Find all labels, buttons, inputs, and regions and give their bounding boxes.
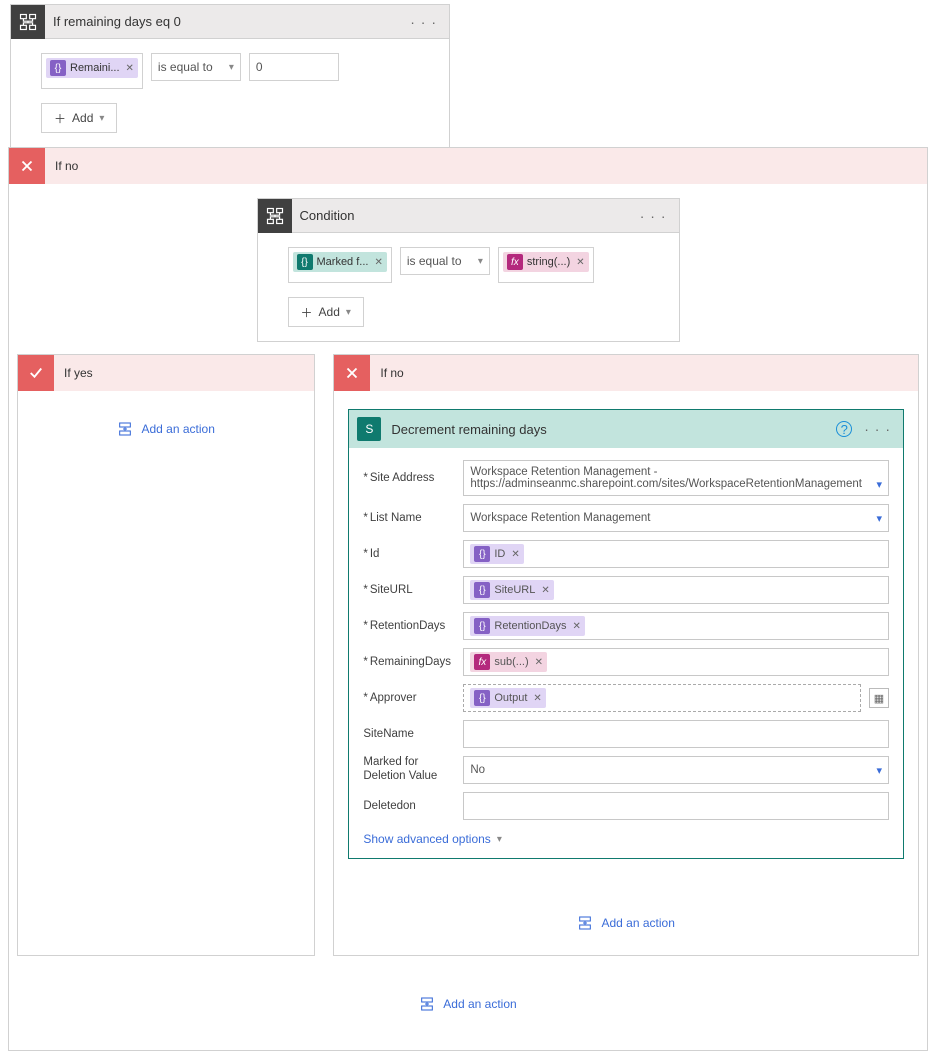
expression-pill[interactable]: fxsub(...)✕ <box>470 652 547 672</box>
dynamic-icon: {} <box>297 254 313 270</box>
help-icon[interactable]: ? <box>836 421 852 437</box>
branch-if-no-inner: If no S Decrement remaining days ? · · · <box>333 354 919 956</box>
field-label: *Approver <box>363 692 463 704</box>
field-label: *List Name <box>363 512 463 524</box>
condition-title: Condition <box>300 208 636 223</box>
x-icon <box>9 148 45 184</box>
more-menu-button[interactable]: · · · <box>406 14 441 30</box>
branch-if-no-outer: If no Condition · · · {} Marked f... <box>8 147 928 1051</box>
dynamic-content-pill[interactable]: {}ID✕ <box>470 544 523 564</box>
condition-icon <box>11 5 45 39</box>
chevron-down-icon: ▾ <box>876 512 882 525</box>
dynamic-content-pill[interactable]: {}Output✕ <box>470 688 545 708</box>
field-label: SiteName <box>363 728 463 740</box>
operator-dropdown[interactable]: is equal to ▾ <box>400 247 490 275</box>
field-label: Deletedon <box>363 800 463 812</box>
list-name-input[interactable]: Workspace Retention Management▾ <box>463 504 889 532</box>
field-label: *RetentionDays <box>363 620 463 632</box>
field-label: *SiteURL <box>363 584 463 596</box>
condition-title: If remaining days eq 0 <box>53 14 406 29</box>
more-menu-button[interactable]: · · · <box>860 421 895 437</box>
id-input[interactable]: {}ID✕ <box>463 540 889 568</box>
remove-pill-icon[interactable]: ✕ <box>374 257 382 268</box>
remainingdays-input[interactable]: fxsub(...)✕ <box>463 648 889 676</box>
add-condition-button[interactable]: ＋ Add ▾ <box>41 103 117 133</box>
expression-pill[interactable]: fx string(...) ✕ <box>503 252 589 272</box>
branch-label: If no <box>380 366 403 380</box>
chevron-down-icon: ▾ <box>346 307 351 318</box>
branch-label: If no <box>55 159 78 173</box>
field-label: *Id <box>363 548 463 560</box>
field-label: *RemainingDays <box>363 656 463 668</box>
condition-left-operand[interactable]: {} Remaini... ✕ <box>41 53 143 89</box>
dynamic-icon: {} <box>50 60 66 76</box>
chevron-down-icon: ▾ <box>497 834 502 845</box>
remove-pill-icon[interactable]: ✕ <box>535 657 543 668</box>
dynamic-content-pill[interactable]: {}RetentionDays✕ <box>470 616 585 636</box>
dynamic-content-pill[interactable]: {} Marked f... ✕ <box>293 252 387 272</box>
check-icon <box>18 355 54 391</box>
remove-pill-icon[interactable]: ✕ <box>126 63 134 74</box>
operator-dropdown[interactable]: is equal to ▾ <box>151 53 241 81</box>
sitename-input[interactable] <box>463 720 889 748</box>
condition-card-inner: Condition · · · {} Marked f... ✕ <box>257 198 680 342</box>
dynamic-content-pill[interactable]: {} Remaini... ✕ <box>46 58 138 78</box>
condition-card-top: If remaining days eq 0 · · · {} Remaini.… <box>10 4 450 148</box>
dynamic-content-pill[interactable]: {}SiteURL✕ <box>470 580 553 600</box>
chevron-down-icon: ▾ <box>478 256 483 267</box>
branch-if-yes: If yes Add an action <box>17 354 315 956</box>
add-action-button[interactable]: Add an action <box>342 899 910 947</box>
chevron-down-icon: ▾ <box>876 478 882 491</box>
condition-right-operand[interactable]: fx string(...) ✕ <box>498 247 594 283</box>
approver-input[interactable]: {}Output✕ <box>463 684 861 712</box>
remove-pill-icon[interactable]: ✕ <box>573 621 581 632</box>
add-action-button[interactable]: Add an action <box>17 980 919 1028</box>
field-label: *Site Address <box>363 472 463 484</box>
action-decrement-remaining-days: S Decrement remaining days ? · · · *Site… <box>348 409 904 859</box>
show-advanced-options-button[interactable]: Show advanced options ▾ <box>363 832 501 846</box>
remove-pill-icon[interactable]: ✕ <box>511 549 519 560</box>
branch-label: If yes <box>64 366 93 380</box>
deletedon-input[interactable] <box>463 792 889 820</box>
retentiondays-input[interactable]: {}RetentionDays✕ <box>463 612 889 640</box>
site-address-input[interactable]: Workspace Retention Management - https:/… <box>463 460 889 496</box>
marked-for-deletion-input[interactable]: No▾ <box>463 756 889 784</box>
chevron-down-icon: ▾ <box>229 62 234 73</box>
siteurl-input[interactable]: {}SiteURL✕ <box>463 576 889 604</box>
fx-icon: fx <box>507 254 523 270</box>
field-label: Marked for Deletion Value <box>363 756 463 784</box>
condition-header[interactable]: If remaining days eq 0 · · · <box>11 5 449 39</box>
remove-pill-icon[interactable]: ✕ <box>576 257 584 268</box>
plus-icon: ＋ <box>54 110 66 127</box>
add-action-button[interactable]: Add an action <box>26 405 306 453</box>
plus-icon: ＋ <box>301 304 313 321</box>
chevron-down-icon: ▾ <box>876 764 882 777</box>
remove-pill-icon[interactable]: ✕ <box>541 585 549 596</box>
action-header[interactable]: S Decrement remaining days ? · · · <box>349 410 903 448</box>
chevron-down-icon: ▾ <box>99 113 104 124</box>
sharepoint-icon: S <box>357 417 381 441</box>
add-condition-button[interactable]: ＋ Add ▾ <box>288 297 364 327</box>
x-icon <box>334 355 370 391</box>
condition-icon <box>258 199 292 233</box>
people-picker-icon[interactable]: ▦ <box>869 688 889 708</box>
more-menu-button[interactable]: · · · <box>636 208 671 224</box>
action-title: Decrement remaining days <box>391 422 836 437</box>
condition-left-operand[interactable]: {} Marked f... ✕ <box>288 247 392 283</box>
remove-pill-icon[interactable]: ✕ <box>533 693 541 704</box>
condition-right-operand[interactable]: 0 <box>249 53 339 81</box>
condition-header[interactable]: Condition · · · <box>258 199 679 233</box>
